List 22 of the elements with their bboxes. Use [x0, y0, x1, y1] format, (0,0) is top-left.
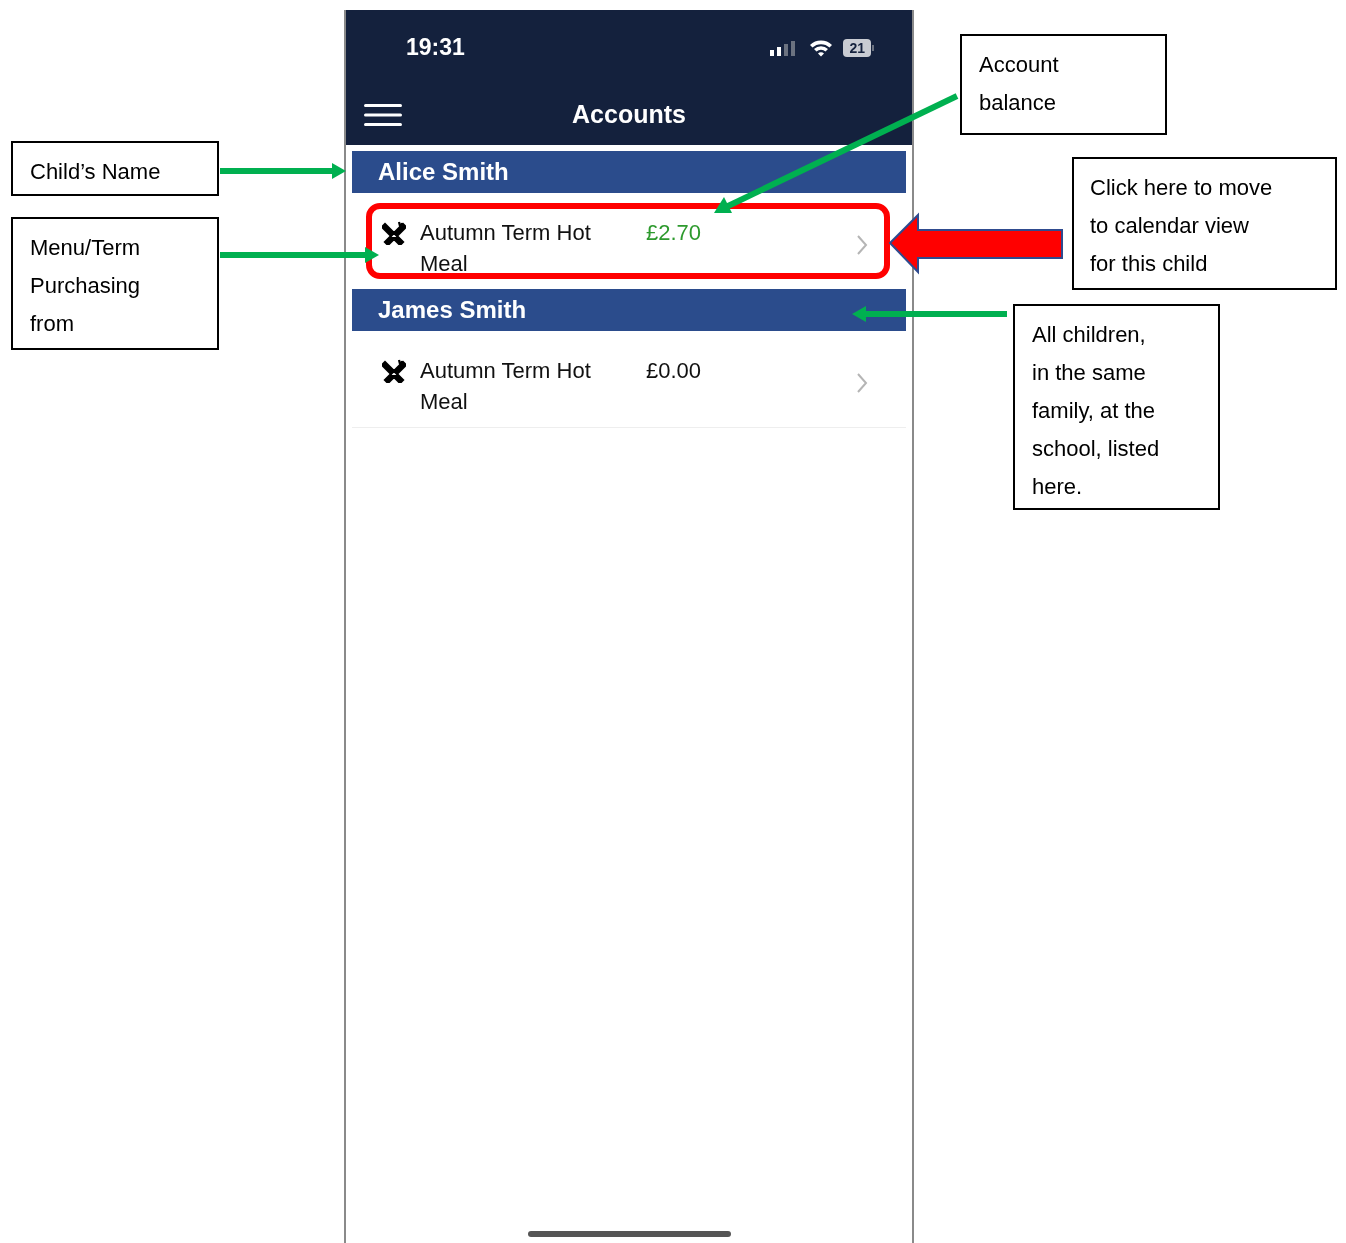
cutlery-icon [382, 221, 406, 245]
chevron-icon [856, 234, 868, 256]
menu-icon[interactable] [364, 104, 402, 126]
account-balance: £2.70 [646, 219, 702, 247]
callout-label: Click here to move to calendar view for this child [1072, 157, 1337, 290]
child-header: James Smith [352, 289, 906, 331]
wifi-icon [809, 38, 834, 57]
screen-title: Accounts [572, 99, 686, 131]
chevron-icon [856, 372, 868, 394]
account-item[interactable]: Autumn Term Hot Meal £2.70 [366, 203, 890, 279]
menu-name: Autumn Term Hot Meal [420, 219, 592, 278]
cutlery-icon [382, 359, 406, 383]
callout-label: Account balance [960, 34, 1167, 135]
callout-label: Menu/Term Purchasing from [11, 217, 219, 350]
menu-name: Autumn Term Hot Meal [420, 357, 592, 416]
account-balance: £0.00 [646, 357, 702, 385]
callout-label: All children, in the same family, at the school, listed here. [1013, 304, 1220, 510]
battery-icon: 21 [843, 38, 874, 57]
child-header: Alice Smith [352, 151, 906, 193]
callout-label: Child’s Name [11, 141, 219, 196]
status-time: 19:31 [406, 33, 465, 63]
account-item[interactable]: Autumn Term Hot Meal £0.00 [366, 341, 890, 417]
